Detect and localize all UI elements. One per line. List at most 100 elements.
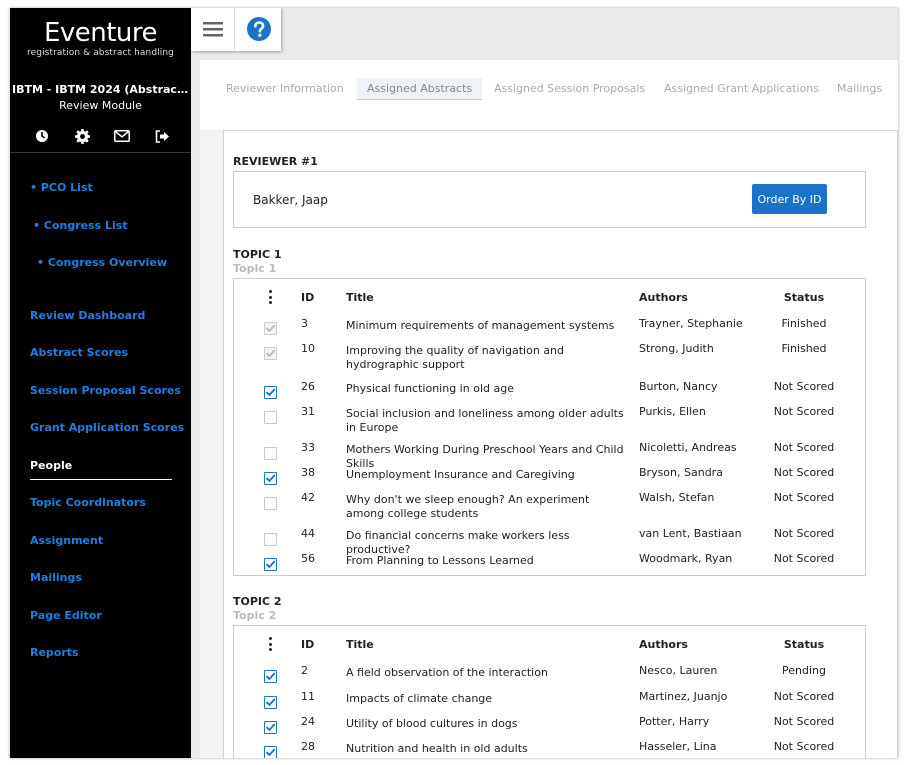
cell-authors: Purkis, Ellen [639, 405, 706, 418]
reviewer-heading: REVIEWER #1 [233, 155, 318, 168]
table-header: ID Title Authors Status [234, 626, 865, 656]
cell-status: Not Scored [773, 405, 835, 418]
sidebar-divider [10, 152, 191, 153]
column-options-icon[interactable] [269, 290, 273, 304]
column-header-status[interactable]: Status [764, 291, 844, 304]
row-select-checkbox[interactable] [264, 558, 277, 571]
assigned-abstracts-panel: REVIEWER #1 Bakker, Jaap Order By ID TOP… [223, 130, 898, 758]
cell-status: Not Scored [773, 715, 835, 728]
sidebar-item-pco-list[interactable]: • PCO List [30, 181, 93, 194]
row-select-checkbox[interactable] [264, 411, 277, 424]
cell-title: Impacts of climate change [346, 692, 493, 705]
cell-id: 28 [301, 740, 315, 753]
column-header-status[interactable]: Status [764, 638, 844, 651]
tab-reviewer-information[interactable]: Reviewer Information [216, 78, 354, 100]
cell-status: Finished [781, 342, 827, 355]
sidebar-item-congress-overview[interactable]: • Congress Overview [37, 256, 167, 269]
column-options-icon[interactable] [269, 637, 273, 651]
row-select-checkbox[interactable] [264, 746, 277, 758]
column-header-id[interactable]: ID [301, 638, 314, 651]
cell-status: Not Scored [773, 740, 835, 753]
cell-authors: Walsh, Stefan [639, 491, 715, 504]
row-select-checkbox[interactable] [264, 670, 277, 683]
tab-bar: Reviewer Information Assigned Abstracts … [200, 60, 898, 130]
column-header-id[interactable]: ID [301, 291, 314, 304]
module-name: Review Module [59, 99, 142, 112]
sidebar-tools [32, 126, 172, 146]
sidebar-item-congress-list[interactable]: • Congress List [33, 219, 128, 232]
sidebar-item-page-editor[interactable]: Page Editor [30, 609, 102, 622]
cell-title: Physical functioning in old age [346, 382, 514, 395]
sidebar-item-assignment[interactable]: Assignment [30, 534, 103, 547]
row-select-checkbox[interactable] [264, 533, 277, 546]
row-select-checkbox[interactable] [264, 696, 277, 709]
cell-id: 26 [301, 380, 315, 393]
sidebar-item-mailings[interactable]: Mailings [30, 571, 82, 584]
cell-title: Why don't we sleep enough? An experiment… [346, 493, 590, 520]
tab-assigned-grant-applications[interactable]: Assigned Grant Applications [654, 78, 829, 100]
mail-icon[interactable] [112, 126, 132, 146]
cell-authors: Strong, Judith [639, 342, 714, 355]
cell-id: 42 [301, 491, 315, 504]
cell-authors: Martinez, Juanjo [639, 690, 728, 703]
cell-status: Not Scored [773, 527, 835, 540]
tab-assigned-abstracts[interactable]: Assigned Abstracts [357, 78, 483, 100]
sidebar-item-abstract-scores[interactable]: Abstract Scores [30, 346, 128, 359]
cell-authors: Woodmark, Ryan [639, 552, 733, 565]
cell-id: 10 [301, 342, 315, 355]
cell-title: Improving the quality of navigation and … [346, 344, 565, 371]
cell-authors: van Lent, Bastiaan [639, 527, 742, 540]
cell-status: Not Scored [773, 466, 835, 479]
cell-authors: Potter, Harry [639, 715, 710, 728]
sidebar-item-grant-application-scores[interactable]: Grant Application Scores [30, 421, 184, 434]
help-icon[interactable] [246, 16, 272, 42]
sidebar: Eventure registration & abstract handlin… [10, 8, 191, 758]
column-header-authors[interactable]: Authors [639, 291, 688, 304]
cell-status: Not Scored [773, 491, 835, 504]
cell-title: From Planning to Lessons Learned [346, 554, 534, 567]
table-header: ID Title Authors Status [234, 279, 865, 309]
cell-id: 31 [301, 405, 315, 418]
column-header-title[interactable]: Title [346, 638, 374, 651]
cell-id: 11 [301, 690, 315, 703]
cell-id: 38 [301, 466, 315, 479]
gear-icon[interactable] [72, 126, 92, 146]
topic-2-table: ID Title Authors Status 2 A field observation… [233, 625, 866, 758]
cell-status: Not Scored [773, 441, 835, 454]
row-select-checkbox[interactable] [264, 472, 277, 485]
cell-authors: Nicoletti, Andreas [639, 441, 737, 454]
active-item-underline [30, 479, 172, 480]
reviewer-name: Bakker, Jaap [253, 193, 328, 207]
hamburger-icon[interactable] [199, 14, 227, 44]
cell-id: 24 [301, 715, 315, 728]
cell-status: Not Scored [773, 552, 835, 565]
sidebar-item-review-dashboard[interactable]: Review Dashboard [30, 309, 145, 322]
history-icon[interactable] [32, 126, 52, 146]
cell-title: Utility of blood cultures in dogs [346, 717, 518, 730]
sidebar-item-topic-coordinators[interactable]: Topic Coordinators [30, 496, 146, 509]
row-select-checkbox[interactable] [264, 721, 277, 734]
cell-authors: Bryson, Sandra [639, 466, 723, 479]
sidebar-item-people[interactable]: People [30, 459, 72, 472]
cell-status: Finished [781, 317, 827, 330]
sidebar-item-reports[interactable]: Reports [30, 646, 79, 659]
column-header-authors[interactable]: Authors [639, 638, 688, 651]
logout-icon[interactable] [152, 126, 172, 146]
cell-title: Nutrition and health in old adults [346, 742, 528, 755]
order-by-id-button[interactable]: Order By ID [752, 184, 827, 214]
event-name: IBTM - IBTM 2024 (Abstracts & Par... [12, 83, 191, 96]
cell-title: Social inclusion and loneliness among ol… [346, 407, 624, 434]
tab-assigned-session-proposals[interactable]: Assigned Session Proposals [484, 78, 655, 100]
cell-id: 56 [301, 552, 315, 565]
row-select-checkbox[interactable] [264, 386, 277, 399]
column-header-title[interactable]: Title [346, 291, 374, 304]
tab-mailings[interactable]: Mailings [827, 78, 892, 100]
cell-status: Pending [782, 664, 826, 677]
app-window: Eventure registration & abstract handlin… [10, 8, 898, 758]
cell-title: A field observation of the interaction [346, 666, 548, 679]
row-select-checkbox [264, 322, 277, 335]
row-select-checkbox[interactable] [264, 497, 277, 510]
topic-2-subheading: Topic 2 [233, 609, 277, 622]
sidebar-item-session-proposal-scores[interactable]: Session Proposal Scores [30, 384, 181, 397]
row-select-checkbox[interactable] [264, 447, 277, 460]
